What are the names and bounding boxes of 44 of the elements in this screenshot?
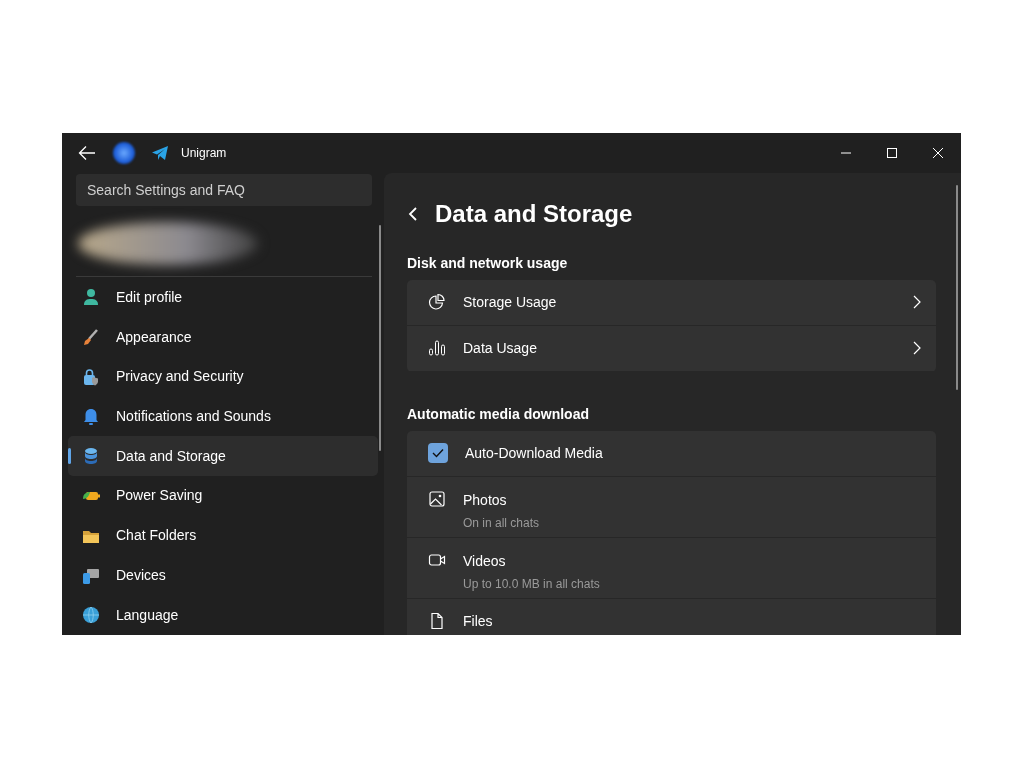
search-field[interactable]: Search Settings and FAQ	[76, 174, 372, 206]
profile-photo-placeholder[interactable]	[78, 221, 258, 266]
bell-icon	[82, 407, 100, 426]
sidebar-item[interactable]: Data and Storage	[68, 436, 378, 477]
auto-download-checkbox[interactable]: Auto-Download Media	[407, 430, 936, 476]
sidebar-item[interactable]: Edit profile	[68, 277, 378, 318]
paper-plane-icon	[151, 145, 169, 161]
scrollbar-thumb[interactable]	[379, 225, 381, 451]
checkmark-icon	[432, 448, 444, 459]
database-icon	[82, 447, 100, 466]
sidebar-item[interactable]: Chat Folders	[68, 515, 378, 556]
person-icon	[82, 288, 100, 307]
sidebar-item[interactable]: Appearance	[68, 317, 378, 357]
image-icon	[428, 489, 446, 508]
sidebar-item[interactable]: Language	[68, 595, 378, 635]
globe-icon	[82, 606, 100, 625]
settings-link-row[interactable]: Data Usage	[407, 325, 936, 371]
sidebar-item[interactable]: Notifications and Sounds	[68, 396, 378, 437]
back-chevron-icon[interactable]	[407, 206, 419, 222]
document-icon	[428, 612, 446, 631]
media-type-row[interactable]: Videos Up to 10.0 MB in all chats	[407, 537, 936, 598]
page-title: Data and Storage	[435, 199, 633, 229]
scrollbar-thumb[interactable]	[956, 185, 958, 390]
settings-link-row[interactable]: Storage Usage	[407, 279, 936, 325]
media-type-row[interactable]: Files	[407, 598, 936, 635]
brush-icon	[82, 328, 100, 347]
bar-chart-icon	[428, 339, 446, 358]
sidebar-item[interactable]: Devices	[68, 555, 378, 596]
section-header: Disk and network usage	[407, 255, 569, 272]
sidebar-item[interactable]: Power Saving	[68, 476, 378, 516]
maximize-icon	[887, 148, 897, 158]
window-title: Unigram	[181, 145, 227, 162]
section-header: Automatic media download	[407, 405, 590, 423]
sidebar-item[interactable]: Privacy and Security	[68, 356, 378, 397]
close-icon	[933, 148, 943, 158]
media-type-row[interactable]: Photos On in all chats	[407, 476, 936, 537]
lock-shield-icon	[82, 367, 100, 386]
back-arrow-icon[interactable]	[78, 145, 96, 161]
minimize-icon	[841, 152, 851, 154]
chevron-right-icon	[912, 341, 922, 356]
avatar-placeholder[interactable]	[113, 142, 135, 164]
pie-chart-icon	[428, 293, 446, 312]
devices-icon	[82, 566, 100, 585]
chevron-right-icon	[912, 295, 922, 310]
